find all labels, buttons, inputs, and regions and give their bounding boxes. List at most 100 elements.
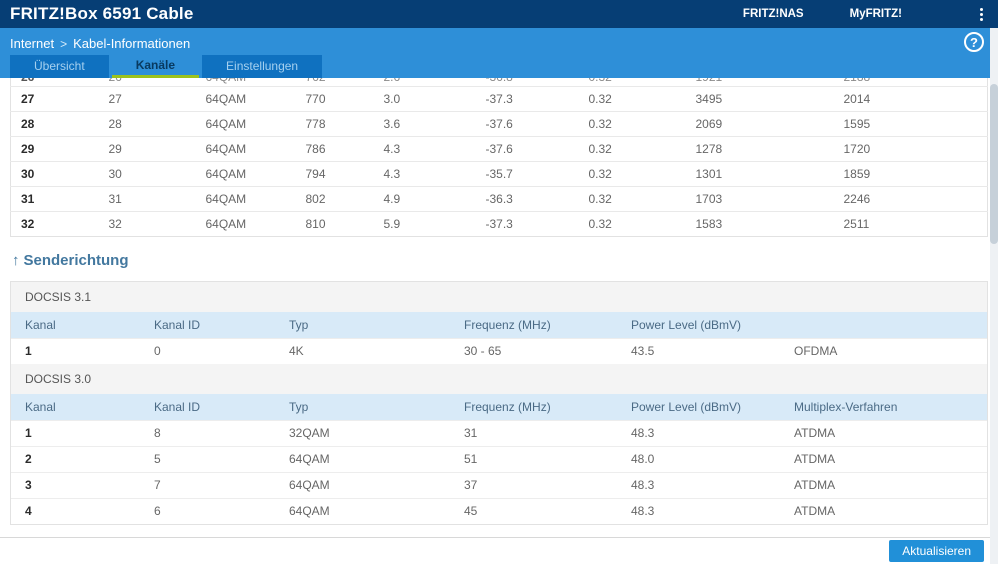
column-header <box>784 312 987 338</box>
cell: 64QAM <box>279 445 454 472</box>
upstream-heading-label: Senderichtung <box>23 252 129 269</box>
scrollbar-thumb[interactable] <box>990 84 998 244</box>
cell: 0.32 <box>578 211 686 237</box>
cell: 2.6 <box>374 78 476 87</box>
cell: 27 <box>98 86 196 112</box>
cell: 1595 <box>833 111 988 137</box>
cell: 64QAM <box>279 497 454 524</box>
cell: 29 <box>10 136 99 162</box>
cell: 48.3 <box>621 419 784 446</box>
cell: 0.32 <box>578 136 686 162</box>
cell: 43.5 <box>621 337 784 364</box>
refresh-button[interactable]: Aktualisieren <box>889 540 984 562</box>
cell: 4.9 <box>373 186 476 212</box>
cell: ATDMA <box>784 471 987 498</box>
cell: 778 <box>295 111 374 137</box>
scrollbar-track[interactable] <box>990 28 998 564</box>
cell: 4K <box>279 337 454 364</box>
cell: 64QAM <box>195 161 296 187</box>
cell: 0.32 <box>578 186 686 212</box>
cell: 5.9 <box>373 211 476 237</box>
cell: 64QAM <box>195 136 296 162</box>
downstream-row: 27 27 64QAM 770 3.0 -37.3 0.32 3495 2014 <box>10 86 988 112</box>
docsis31-table: Kanal Kanal ID Typ Frequenz (MHz) Power … <box>11 312 987 364</box>
cell: 0.32 <box>578 111 686 137</box>
cell: 3495 <box>685 86 834 112</box>
tab-uebersicht[interactable]: Übersicht <box>10 55 109 78</box>
cell: 64QAM <box>279 471 454 498</box>
cell: 48.0 <box>621 445 784 472</box>
cell: ATDMA <box>784 419 987 446</box>
cell: 26 <box>99 78 196 87</box>
content-area: 26 26 64QAM 762 2.6 -36.8 0.32 1921 2188… <box>0 78 998 525</box>
tab-einstellungen[interactable]: Einstellungen <box>202 55 323 78</box>
column-header: Multiplex-Verfahren <box>784 394 987 420</box>
downstream-row: 28 28 64QAM 778 3.6 -37.6 0.32 2069 1595 <box>10 111 988 137</box>
help-icon[interactable]: ? <box>964 32 984 52</box>
cell: 7 <box>144 471 279 498</box>
cell: -36.8 <box>476 78 579 87</box>
cell: 770 <box>295 86 374 112</box>
downstream-row-partial: 26 26 64QAM 762 2.6 -36.8 0.32 1921 2188 <box>11 78 988 87</box>
cell: 810 <box>295 211 374 237</box>
cell: 2246 <box>833 186 988 212</box>
cell: 4 <box>11 497 144 524</box>
breadcrumb: Internet > Kabel-Informationen <box>10 36 988 51</box>
cell: ATDMA <box>784 497 987 524</box>
cell: 64QAM <box>196 78 296 87</box>
downstream-row: 32 32 64QAM 810 5.9 -37.3 0.32 1583 2511 <box>10 211 988 237</box>
fritznas-link[interactable]: FRITZ!NAS <box>743 8 804 20</box>
tab-bar: Übersicht Kanäle Einstellungen <box>10 55 323 78</box>
cell: 30 <box>98 161 196 187</box>
cell: 64QAM <box>195 186 296 212</box>
cell: 29 <box>98 136 196 162</box>
cell: 794 <box>295 161 374 187</box>
docsis30-section-label: DOCSIS 3.0 <box>11 364 987 394</box>
cell: 32 <box>98 211 196 237</box>
cell: 31 <box>10 186 99 212</box>
column-header: Kanal <box>11 394 144 420</box>
cell: 4.3 <box>373 161 476 187</box>
cell: 31 <box>454 419 621 446</box>
cell: 64QAM <box>195 211 296 237</box>
cell: 2069 <box>685 111 834 137</box>
cell: 0 <box>144 337 279 364</box>
cell: -37.6 <box>475 111 579 137</box>
breadcrumb-separator: > <box>60 37 68 51</box>
cell: 762 <box>296 78 374 87</box>
downstream-row: 29 29 64QAM 786 4.3 -37.6 0.32 1278 1720 <box>10 136 988 162</box>
cell: 786 <box>295 136 374 162</box>
cell: -37.3 <box>475 86 579 112</box>
column-header: Kanal <box>11 312 144 338</box>
cell: 48.3 <box>621 497 784 524</box>
downstream-table: 26 26 64QAM 762 2.6 -36.8 0.32 1921 2188… <box>10 78 988 237</box>
downstream-row: 31 31 64QAM 802 4.9 -36.3 0.32 1703 2246 <box>10 186 988 212</box>
docsis30-row: 1 8 32QAM 31 48.3 ATDMA <box>11 419 987 446</box>
cell: 4.3 <box>373 136 476 162</box>
app-title: FRITZ!Box 6591 Cable <box>10 4 194 23</box>
cell: 6 <box>144 497 279 524</box>
cell: 64QAM <box>195 111 296 137</box>
docsis30-table: Kanal Kanal ID Typ Frequenz (MHz) Power … <box>11 394 987 524</box>
kebab-menu-icon[interactable] <box>974 5 988 23</box>
sub-header: Internet > Kabel-Informationen ? Übersicht… <box>0 28 998 78</box>
cell: 30 - 65 <box>454 337 621 364</box>
cell: 8 <box>144 419 279 446</box>
cell: 48.3 <box>621 471 784 498</box>
docsis30-row: 3 7 64QAM 37 48.3 ATDMA <box>11 471 987 498</box>
cell: 32 <box>10 211 99 237</box>
cell: 3 <box>11 471 144 498</box>
cell: 32QAM <box>279 419 454 446</box>
cell: 1 <box>11 419 144 446</box>
myfritz-link[interactable]: MyFRITZ! <box>850 8 902 20</box>
column-header: Power Level (dBmV) <box>621 312 784 338</box>
column-header: Typ <box>279 394 454 420</box>
top-bar: FRITZ!Box 6591 Cable FRITZ!NAS MyFRITZ! <box>0 0 998 28</box>
cell: 802 <box>295 186 374 212</box>
cell: 1583 <box>685 211 834 237</box>
tab-kanaele[interactable]: Kanäle <box>111 55 200 78</box>
up-arrow-icon: ↑ <box>12 252 20 269</box>
breadcrumb-section[interactable]: Internet <box>10 36 54 51</box>
column-header: Kanal ID <box>144 394 279 420</box>
cell: 30 <box>10 161 99 187</box>
